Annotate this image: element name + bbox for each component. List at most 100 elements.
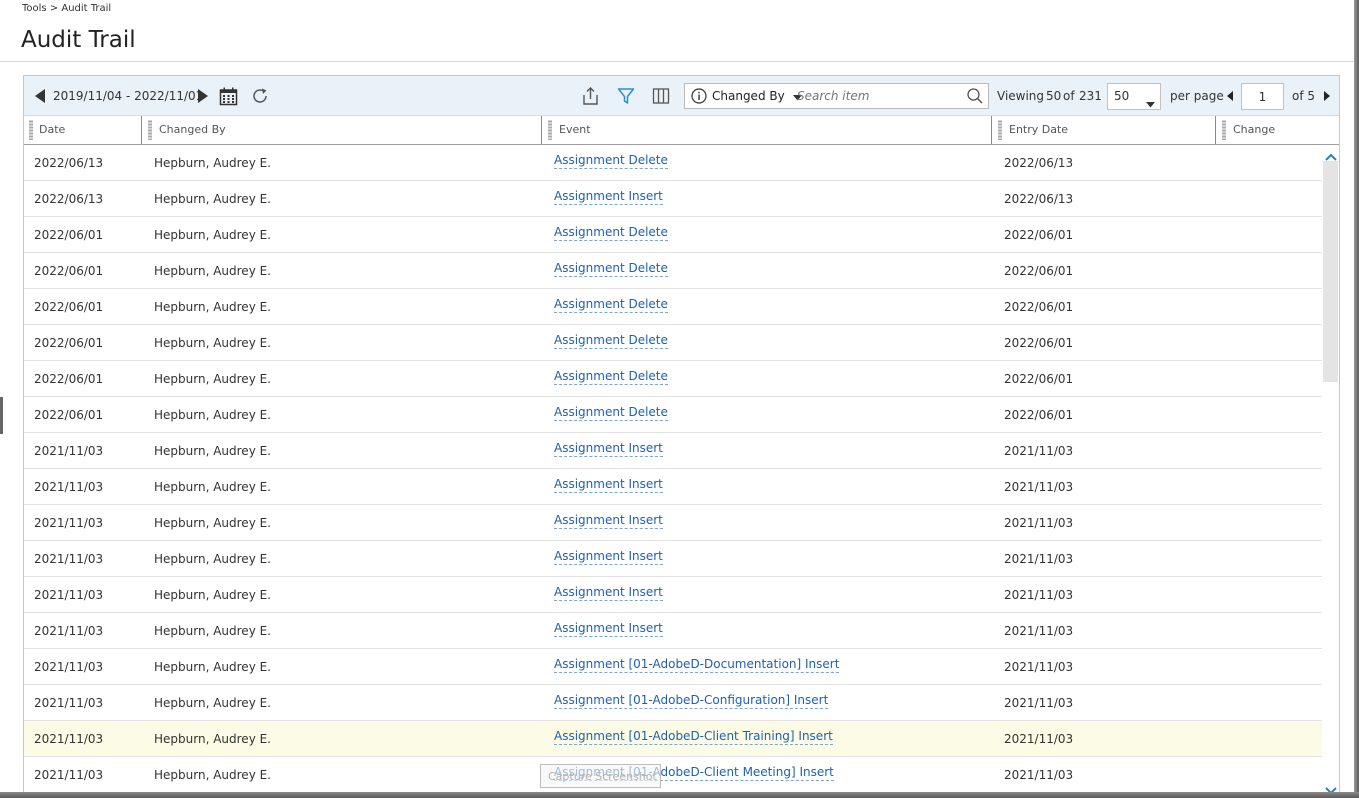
table-row[interactable]: 2021/11/03 Hepburn, Audrey E. Assignment I… — [24, 505, 1322, 541]
cell-date: 2021/11/03 — [34, 660, 104, 674]
scroll-up-icon[interactable] — [1325, 147, 1337, 161]
cell-changed-by: Hepburn, Audrey E. — [154, 696, 271, 710]
filter-field-dropdown[interactable]: Changed By — [712, 84, 802, 109]
table-row[interactable]: 2022/06/01 Hepburn, Audrey E. Assignment D… — [24, 217, 1322, 253]
total-count: 231 — [1079, 89, 1102, 103]
cell-date: 2021/11/03 — [34, 516, 104, 530]
cell-changed-by: Hepburn, Audrey E. — [154, 516, 271, 530]
event-link[interactable]: Assignment Insert — [554, 621, 663, 637]
table-row[interactable]: 2021/11/03 Hepburn, Audrey E. Assignment [… — [24, 757, 1322, 792]
table-row[interactable]: 2021/11/03 Hepburn, Audrey E. Assignment [… — [24, 649, 1322, 685]
cell-entry-date: 2021/11/03 — [1004, 660, 1074, 674]
event-link[interactable]: Assignment Delete — [554, 333, 668, 349]
event-link[interactable]: Assignment [01-AdobeD-Documentation] Ins… — [554, 657, 840, 673]
cell-changed-by: Hepburn, Audrey E. — [154, 192, 271, 206]
column-grip[interactable] — [148, 120, 152, 140]
filter-icon[interactable] — [617, 76, 635, 116]
table-row[interactable]: 2022/06/01 Hepburn, Audrey E. Assignment D… — [24, 325, 1322, 361]
cell-entry-date: 2021/11/03 — [1004, 732, 1074, 746]
cell-date: 2021/11/03 — [34, 588, 104, 602]
filter-field-label: Changed By — [712, 89, 785, 103]
window-bottom-edge — [0, 792, 1359, 798]
search-box[interactable]: Changed By — [684, 83, 989, 109]
cell-changed-by: Hepburn, Audrey E. — [154, 768, 271, 782]
cell-entry-date: 2022/06/01 — [1004, 264, 1074, 278]
cell-date: 2021/11/03 — [34, 732, 104, 746]
event-link[interactable]: Assignment [01-AdobeD-Client Training] I… — [554, 729, 833, 745]
next-range-icon[interactable] — [196, 76, 210, 116]
audit-grid-panel: 2019/11/04 - 2022/11/01 Changed By Searc… — [23, 75, 1340, 792]
table-row[interactable]: 2021/11/03 Hepburn, Audrey E. Assignment I… — [24, 541, 1322, 577]
cell-date: 2022/06/01 — [34, 336, 104, 350]
page-number-input[interactable] — [1241, 83, 1284, 110]
date-range-label: 2019/11/04 - 2022/11/01 — [53, 89, 204, 103]
table-row[interactable]: 2021/11/03 Hepburn, Audrey E. Assignment [… — [24, 721, 1322, 757]
column-grip[interactable] — [1222, 120, 1226, 140]
viewing-of-label: of — [1063, 89, 1075, 103]
table-row[interactable]: 2021/11/03 Hepburn, Audrey E. Assignment [… — [24, 685, 1322, 721]
cell-changed-by: Hepburn, Audrey E. — [154, 408, 271, 422]
column-grip[interactable] — [548, 120, 552, 140]
table-row[interactable]: 2022/06/13 Hepburn, Audrey E. Assignment D… — [24, 145, 1322, 181]
column-header-change[interactable]: Change — [1233, 116, 1275, 144]
event-link[interactable]: Assignment Insert — [554, 477, 663, 493]
event-link[interactable]: Assignment Insert — [554, 189, 663, 205]
table-row[interactable]: 2021/11/03 Hepburn, Audrey E. Assignment I… — [24, 577, 1322, 613]
column-header-entry-date[interactable]: Entry Date — [1009, 116, 1068, 144]
event-link[interactable]: Assignment Delete — [554, 261, 668, 277]
column-divider[interactable] — [541, 116, 542, 144]
columns-icon[interactable] — [652, 76, 670, 116]
column-divider[interactable] — [1215, 116, 1216, 144]
cell-entry-date: 2021/11/03 — [1004, 696, 1074, 710]
breadcrumb[interactable]: Tools > Audit Trail — [22, 3, 111, 14]
scroll-down-icon[interactable] — [1325, 781, 1337, 792]
event-link[interactable]: Assignment Delete — [554, 153, 668, 169]
event-link[interactable]: Assignment [01-AdobeD-Configuration] Ins… — [554, 693, 829, 709]
event-link[interactable]: Assignment Delete — [554, 369, 668, 385]
next-page-icon[interactable] — [1322, 76, 1330, 116]
table-row[interactable]: 2021/11/03 Hepburn, Audrey E. Assignment I… — [24, 433, 1322, 469]
calendar-icon[interactable] — [219, 76, 238, 116]
column-divider[interactable] — [991, 116, 992, 144]
per-page-select[interactable]: 50 — [1107, 83, 1161, 110]
table-row[interactable]: 2022/06/01 Hepburn, Audrey E. Assignment D… — [24, 361, 1322, 397]
refresh-icon[interactable] — [250, 76, 270, 116]
table-row[interactable]: 2021/11/03 Hepburn, Audrey E. Assignment I… — [24, 469, 1322, 505]
event-link[interactable]: Assignment Delete — [554, 225, 668, 241]
cell-entry-date: 2021/11/03 — [1004, 480, 1074, 494]
vertical-scrollbar[interactable] — [1322, 145, 1339, 792]
event-link[interactable]: Assignment Insert — [554, 549, 663, 565]
search-icon[interactable] — [966, 87, 984, 109]
table-row[interactable]: 2022/06/01 Hepburn, Audrey E. Assignment D… — [24, 253, 1322, 289]
column-header-changed-by[interactable]: Changed By — [159, 116, 226, 144]
column-header-event[interactable]: Event — [559, 116, 591, 144]
event-link[interactable]: Assignment Delete — [554, 405, 668, 421]
event-link[interactable]: Assignment Delete — [554, 297, 668, 313]
page-count-label: of 5 — [1292, 89, 1316, 103]
cell-date: 2021/11/03 — [34, 696, 104, 710]
table-row[interactable]: 2022/06/01 Hepburn, Audrey E. Assignment D… — [24, 397, 1322, 433]
column-divider[interactable] — [141, 116, 142, 144]
cell-entry-date: 2021/11/03 — [1004, 624, 1074, 638]
per-page-label: per page — [1170, 89, 1224, 103]
column-grip[interactable] — [998, 120, 1002, 140]
event-link[interactable]: Assignment Insert — [554, 585, 663, 601]
info-icon — [691, 88, 707, 108]
event-link[interactable]: Assignment Insert — [554, 513, 663, 529]
table-row[interactable]: 2021/11/03 Hepburn, Audrey E. Assignment I… — [24, 613, 1322, 649]
cell-changed-by: Hepburn, Audrey E. — [154, 732, 271, 746]
cell-date: 2021/11/03 — [34, 480, 104, 494]
column-grip[interactable] — [29, 120, 33, 140]
export-icon[interactable] — [581, 76, 600, 116]
cell-changed-by: Hepburn, Audrey E. — [154, 588, 271, 602]
prev-page-icon[interactable] — [1227, 76, 1235, 116]
search-input[interactable] — [797, 86, 957, 106]
column-header-date[interactable]: Date — [39, 116, 65, 144]
table-row[interactable]: 2022/06/01 Hepburn, Audrey E. Assignment D… — [24, 289, 1322, 325]
cell-entry-date: 2022/06/13 — [1004, 156, 1074, 170]
prev-range-icon[interactable] — [33, 76, 47, 116]
table-row[interactable]: 2022/06/13 Hepburn, Audrey E. Assignment I… — [24, 181, 1322, 217]
scrollbar-thumb[interactable] — [1323, 161, 1338, 382]
event-link[interactable]: Assignment Insert — [554, 441, 663, 457]
cell-date: 2021/11/03 — [34, 624, 104, 638]
